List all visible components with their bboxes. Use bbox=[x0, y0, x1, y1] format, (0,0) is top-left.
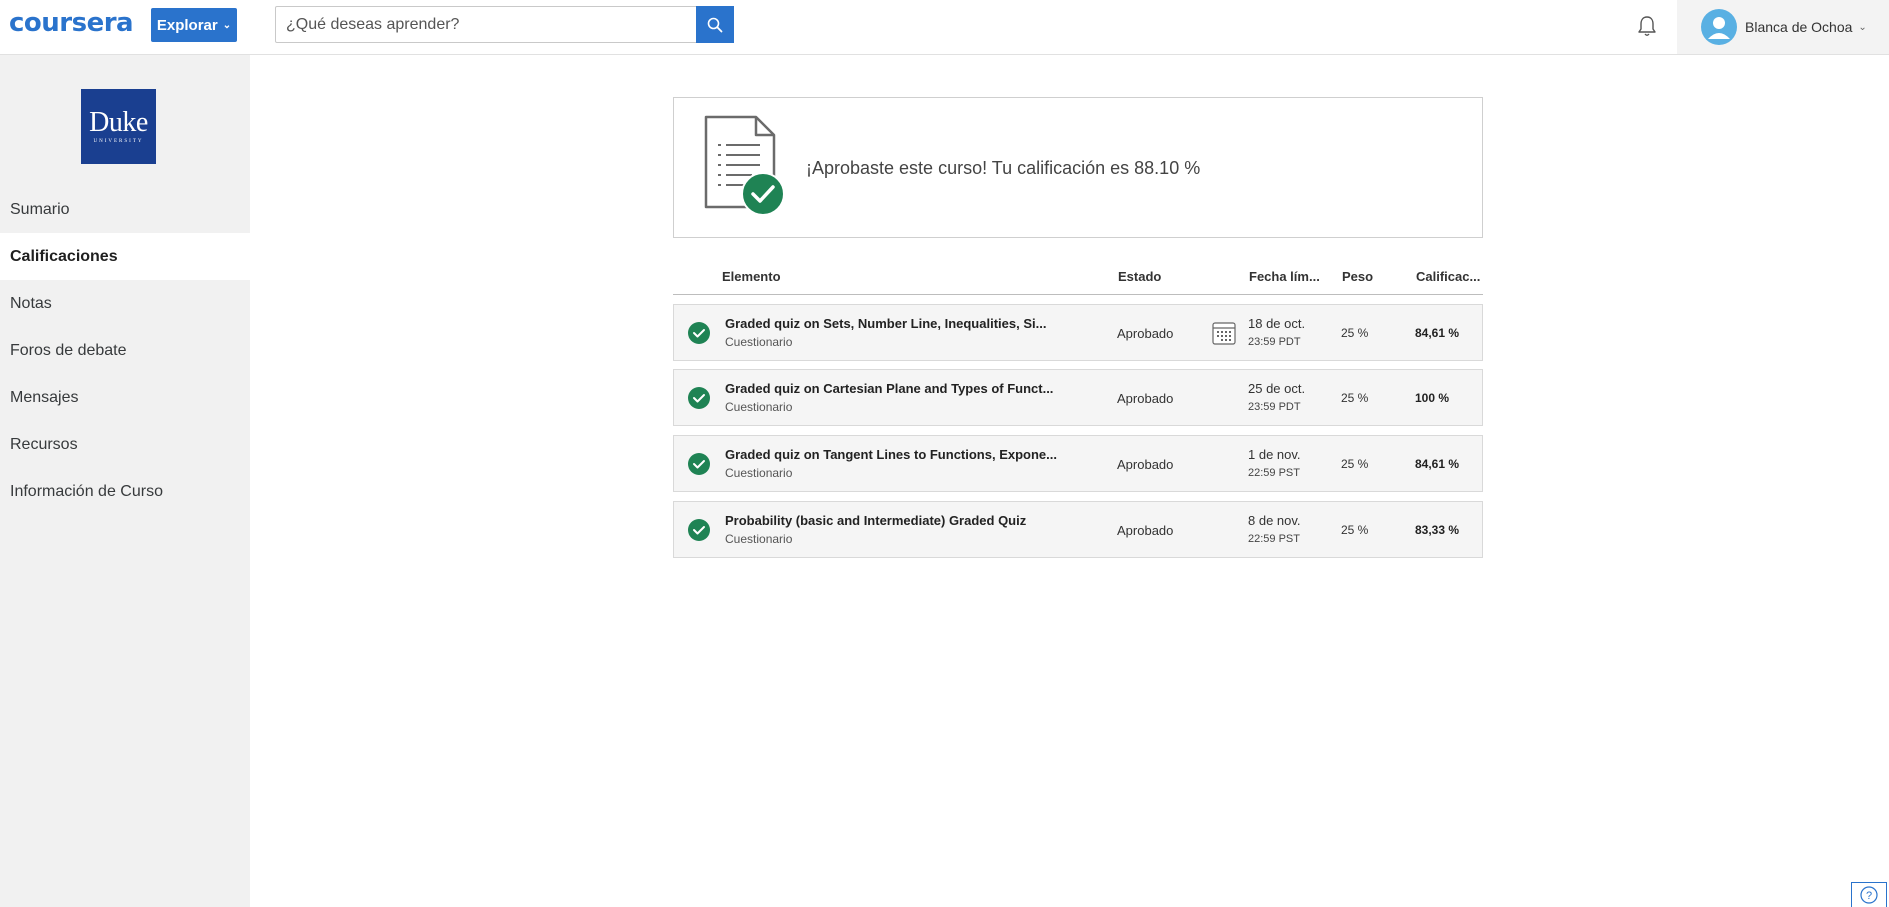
user-menu[interactable]: Blanca de Ochoa ⌄ bbox=[1677, 0, 1889, 54]
search-box bbox=[275, 6, 734, 43]
chevron-down-icon: ⌄ bbox=[222, 19, 232, 31]
table-row[interactable]: Graded quiz on Sets, Number Line, Inequa… bbox=[673, 304, 1483, 361]
explore-label: Explorar bbox=[156, 16, 218, 34]
check-circle-icon bbox=[688, 453, 710, 475]
sidebar-item-notes[interactable]: Notas bbox=[0, 280, 250, 327]
item-weight: 25 % bbox=[1341, 457, 1369, 471]
item-due-time: 23:59 PDT bbox=[1248, 336, 1301, 348]
coursera-logo[interactable]: coursera bbox=[9, 8, 134, 38]
document-check-icon bbox=[704, 115, 784, 216]
item-title[interactable]: Probability (basic and Intermediate) Gra… bbox=[725, 513, 1026, 528]
search-icon bbox=[707, 17, 723, 32]
table-header: Elemento Estado Fecha lím... Peso Califi… bbox=[673, 262, 1483, 295]
university-logo-sub: UNIVERSITY bbox=[93, 139, 144, 144]
sidebar-item-resources[interactable]: Recursos bbox=[0, 421, 250, 468]
item-weight: 25 % bbox=[1341, 326, 1369, 340]
sidebar-item-summary[interactable]: Sumario bbox=[0, 186, 250, 233]
help-icon: ? bbox=[1860, 886, 1878, 904]
bell-icon[interactable] bbox=[1634, 13, 1660, 39]
item-grade: 84,61 % bbox=[1415, 457, 1460, 471]
item-status: Aprobado bbox=[1117, 326, 1174, 341]
explore-button[interactable]: Explorar ⌄ bbox=[151, 8, 237, 42]
item-type: Cuestionario bbox=[725, 400, 793, 414]
course-sidebar: Duke UNIVERSITY Sumario Calificaciones N… bbox=[0, 55, 250, 907]
check-circle-icon bbox=[688, 387, 710, 409]
search-button[interactable] bbox=[696, 6, 734, 43]
search-input[interactable] bbox=[276, 7, 696, 42]
item-due-date: 18 de oct. bbox=[1248, 316, 1306, 331]
sidebar-item-forums[interactable]: Foros de debate bbox=[0, 327, 250, 374]
item-status: Aprobado bbox=[1117, 391, 1174, 406]
item-type: Cuestionario bbox=[725, 335, 793, 349]
calendar-icon[interactable] bbox=[1212, 321, 1236, 345]
top-navigation-bar: coursera Explorar ⌄ Blanca de Ochoa ⌄ bbox=[0, 0, 1889, 55]
item-weight: 25 % bbox=[1341, 523, 1369, 537]
column-header-grade: Calificac... bbox=[1416, 269, 1481, 284]
item-title[interactable]: Graded quiz on Sets, Number Line, Inequa… bbox=[725, 316, 1046, 331]
table-row[interactable]: Graded quiz on Tangent Lines to Function… bbox=[673, 435, 1483, 492]
sidebar-nav: Sumario Calificaciones Notas Foros de de… bbox=[0, 186, 250, 515]
item-due-date: 1 de nov. bbox=[1248, 447, 1301, 462]
sidebar-item-course-info[interactable]: Información de Curso bbox=[0, 468, 250, 515]
university-logo-text: Duke bbox=[89, 107, 148, 138]
table-row[interactable]: Probability (basic and Intermediate) Gra… bbox=[673, 501, 1483, 558]
item-due-date: 25 de oct. bbox=[1248, 381, 1306, 396]
course-passed-banner: ¡Aprobaste este curso! Tu calificación e… bbox=[673, 97, 1483, 238]
item-status: Aprobado bbox=[1117, 457, 1174, 472]
column-header-weight: Peso bbox=[1342, 269, 1374, 284]
item-due-time: 22:59 PST bbox=[1248, 533, 1300, 545]
check-circle-icon bbox=[688, 322, 710, 344]
item-grade: 83,33 % bbox=[1415, 523, 1460, 537]
avatar-icon bbox=[1701, 9, 1737, 45]
university-logo[interactable]: Duke UNIVERSITY bbox=[81, 89, 156, 164]
item-type: Cuestionario bbox=[725, 532, 793, 546]
user-name: Blanca de Ochoa bbox=[1745, 19, 1853, 35]
course-result-message: ¡Aprobaste este curso! Tu calificación e… bbox=[806, 158, 1201, 178]
column-header-due: Fecha lím... bbox=[1249, 269, 1320, 284]
sidebar-item-grades[interactable]: Calificaciones bbox=[0, 233, 250, 280]
help-button[interactable]: ? bbox=[1851, 882, 1887, 907]
table-row[interactable]: Graded quiz on Cartesian Plane and Types… bbox=[673, 369, 1483, 426]
grades-table: Elemento Estado Fecha lím... Peso Califi… bbox=[673, 262, 1483, 558]
item-due-time: 23:59 PDT bbox=[1248, 401, 1301, 413]
item-title[interactable]: Graded quiz on Cartesian Plane and Types… bbox=[725, 381, 1053, 396]
item-due-date: 8 de nov. bbox=[1248, 513, 1301, 528]
item-status: Aprobado bbox=[1117, 523, 1174, 538]
item-due-time: 22:59 PST bbox=[1248, 467, 1300, 479]
item-weight: 25 % bbox=[1341, 391, 1369, 405]
sidebar-item-messages[interactable]: Mensajes bbox=[0, 374, 250, 421]
item-type: Cuestionario bbox=[725, 466, 793, 480]
column-header-status: Estado bbox=[1118, 269, 1162, 284]
check-circle-icon bbox=[688, 519, 710, 541]
svg-text:?: ? bbox=[1866, 890, 1872, 902]
column-header-element: Elemento bbox=[722, 269, 781, 284]
item-grade: 100 % bbox=[1415, 391, 1450, 405]
item-title[interactable]: Graded quiz on Tangent Lines to Function… bbox=[725, 447, 1057, 462]
chevron-down-icon: ⌄ bbox=[1858, 21, 1867, 33]
item-grade: 84,61 % bbox=[1415, 326, 1460, 340]
